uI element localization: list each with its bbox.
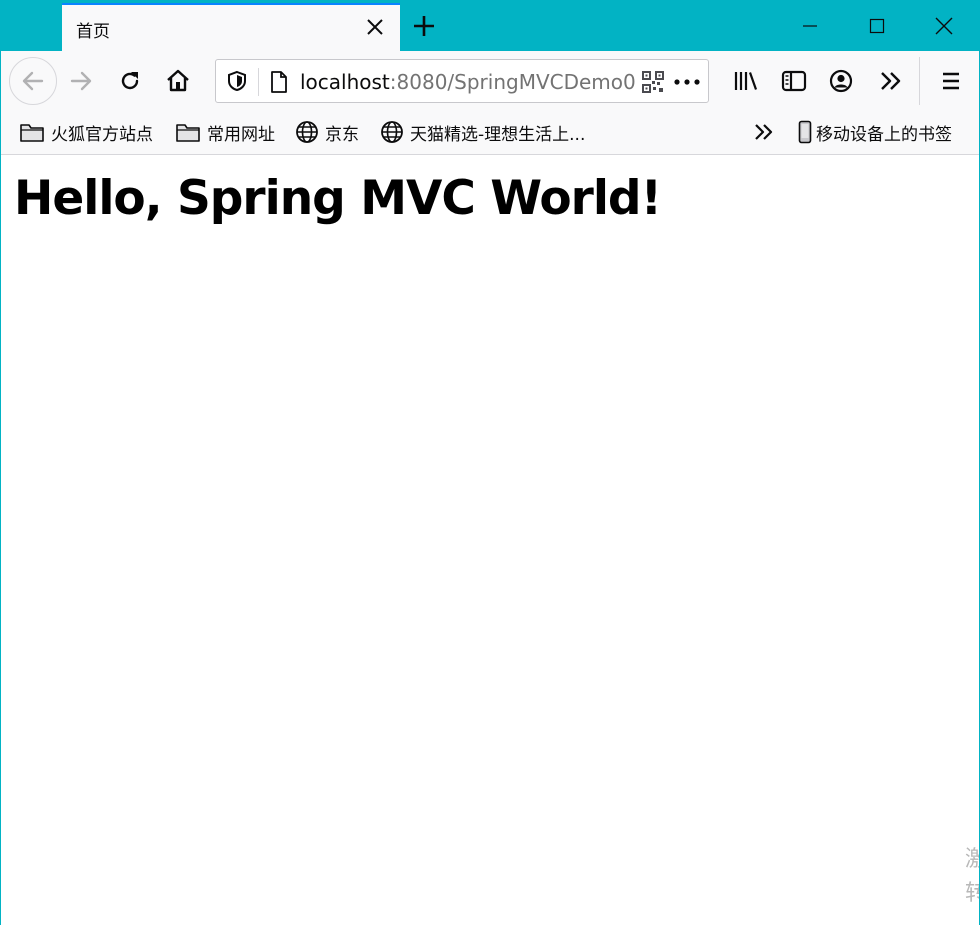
watermark: 激 转: [965, 843, 979, 911]
home-icon: [167, 69, 189, 92]
mobile-bookmarks-label: 移动设备上的书签: [816, 124, 952, 145]
navigation-toolbar: localhost:8080/SpringMVCDemo0: [1, 51, 979, 110]
library-button[interactable]: [724, 59, 768, 103]
bookmark-item[interactable]: 天猫精选-理想生活上...: [380, 120, 586, 145]
url-separator: [258, 68, 259, 96]
close-icon[interactable]: [364, 16, 386, 38]
bookmarks-toolbar: 火狐官方站点 常用网址 京东 天猫精选-理想生活上... 移动设备上的书签: [1, 110, 979, 155]
library-icon: [734, 72, 758, 90]
page-info-icon[interactable]: [268, 70, 290, 94]
bookmark-label: 火狐官方站点: [51, 124, 153, 145]
bookmark-item[interactable]: 火狐官方站点: [19, 120, 153, 145]
bookmark-label: 天猫精选-理想生活上...: [410, 124, 586, 145]
hamburger-menu-icon: [943, 72, 959, 90]
back-arrow-icon: [22, 71, 44, 91]
window-close-icon: [935, 17, 953, 35]
sidebar-button[interactable]: [772, 59, 816, 103]
page-heading: Hello, Spring MVC World!: [14, 171, 662, 226]
url-bar[interactable]: localhost:8080/SpringMVCDemo0: [215, 59, 709, 103]
url-text[interactable]: localhost:8080/SpringMVCDemo0: [300, 70, 638, 94]
globe-icon: [296, 121, 318, 143]
tab-title: 首页: [76, 22, 110, 42]
watermark-line-2: 转: [965, 881, 979, 906]
mobile-bookmarks-item[interactable]: 移动设备上的书签: [798, 120, 952, 145]
maximize-icon: [869, 18, 885, 34]
chevron-double-right-icon: [755, 124, 773, 140]
minimize-icon: [803, 25, 817, 27]
title-bar: 首页: [1, 1, 980, 51]
app-menu-button[interactable]: [929, 59, 973, 103]
globe-icon: [381, 121, 403, 143]
browser-window: 首页 localhost:8080/SpringMVCDemo0 火狐官方站点 …: [0, 0, 980, 925]
url-path: :8080/SpringMVCDemo0: [389, 70, 636, 94]
reload-icon: [121, 72, 139, 90]
bookmark-item[interactable]: 常用网址: [175, 120, 275, 145]
page-actions-more-icon[interactable]: [672, 71, 702, 93]
chevron-double-right-icon: [881, 72, 901, 90]
folder-icon: [176, 124, 200, 142]
home-button[interactable]: [156, 59, 200, 103]
window-close-button[interactable]: [911, 1, 977, 51]
bookmarks-overflow-button[interactable]: [753, 120, 781, 144]
new-tab-icon[interactable]: [411, 13, 437, 39]
bookmark-label: 京东: [325, 124, 359, 145]
maximize-button[interactable]: [844, 1, 910, 51]
tracking-protection-shield-icon[interactable]: [226, 70, 248, 92]
account-icon: [829, 69, 853, 93]
bookmark-label: 常用网址: [207, 124, 275, 145]
reload-button[interactable]: [108, 59, 152, 103]
forward-button[interactable]: [59, 59, 103, 103]
watermark-line-1: 激: [965, 847, 979, 872]
back-button[interactable]: [9, 57, 57, 105]
tab-home[interactable]: 首页: [62, 3, 400, 51]
toolbar-separator: [919, 57, 920, 105]
url-host: localhost: [300, 70, 390, 94]
mobile-icon: [798, 120, 812, 144]
forward-arrow-icon: [70, 71, 92, 91]
qr-code-icon[interactable]: [642, 71, 664, 93]
bookmark-item[interactable]: 京东: [295, 120, 359, 145]
account-button[interactable]: [819, 59, 863, 103]
page-content: Hello, Spring MVC World! 激 转: [1, 155, 979, 925]
folder-icon: [20, 124, 44, 142]
overflow-menu-button[interactable]: [869, 59, 913, 103]
minimize-button[interactable]: [777, 1, 843, 51]
sidebar-icon: [781, 70, 807, 92]
